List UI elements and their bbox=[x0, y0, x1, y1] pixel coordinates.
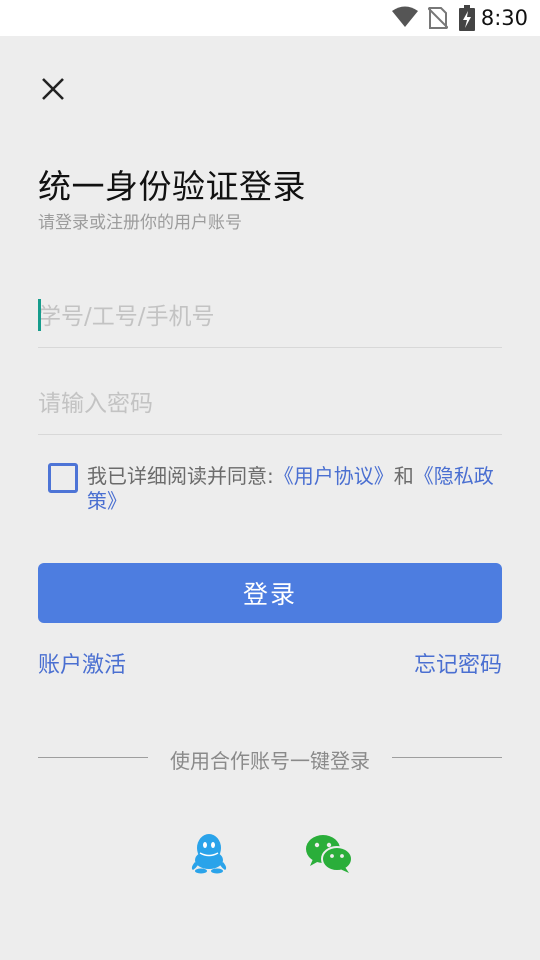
text-cursor bbox=[38, 299, 41, 331]
close-button[interactable] bbox=[34, 70, 72, 108]
username-field-container bbox=[38, 287, 502, 348]
battery-charging-icon bbox=[459, 5, 475, 31]
wifi-icon bbox=[392, 6, 418, 27]
activate-account-link[interactable]: 账户激活 bbox=[38, 647, 126, 679]
divider-line-right bbox=[392, 757, 502, 758]
agreement-and: 和 bbox=[393, 464, 414, 488]
agreement-text: 我已详细阅读并同意:《用户协议》和《隐私政策》 bbox=[87, 464, 507, 514]
password-input[interactable] bbox=[38, 374, 502, 434]
no-sim-icon bbox=[428, 7, 448, 29]
status-bar: 8:30 bbox=[0, 0, 540, 36]
qq-penguin-icon bbox=[191, 834, 227, 874]
forgot-password-link[interactable]: 忘记密码 bbox=[414, 647, 502, 679]
page-title: 统一身份验证登录 bbox=[38, 167, 306, 206]
username-input[interactable] bbox=[38, 287, 502, 347]
wechat-icon bbox=[306, 835, 353, 873]
page-subtitle: 请登录或注册你的用户账号 bbox=[38, 213, 242, 233]
login-button[interactable]: 登录 bbox=[38, 563, 502, 623]
status-time: 8:30 bbox=[480, 6, 528, 30]
close-icon bbox=[42, 78, 64, 100]
third-party-label: 使用合作账号一键登录 bbox=[170, 749, 370, 773]
qq-login-button[interactable] bbox=[190, 832, 228, 878]
third-party-divider: 使用合作账号一键登录 bbox=[38, 745, 502, 773]
user-agreement-link[interactable]: 《用户协议》 bbox=[274, 464, 394, 488]
agreement-prefix: 我已详细阅读并同意: bbox=[87, 464, 274, 488]
wechat-login-button[interactable] bbox=[305, 834, 353, 878]
password-field-container bbox=[38, 374, 502, 435]
agreement-checkbox[interactable] bbox=[48, 463, 78, 493]
